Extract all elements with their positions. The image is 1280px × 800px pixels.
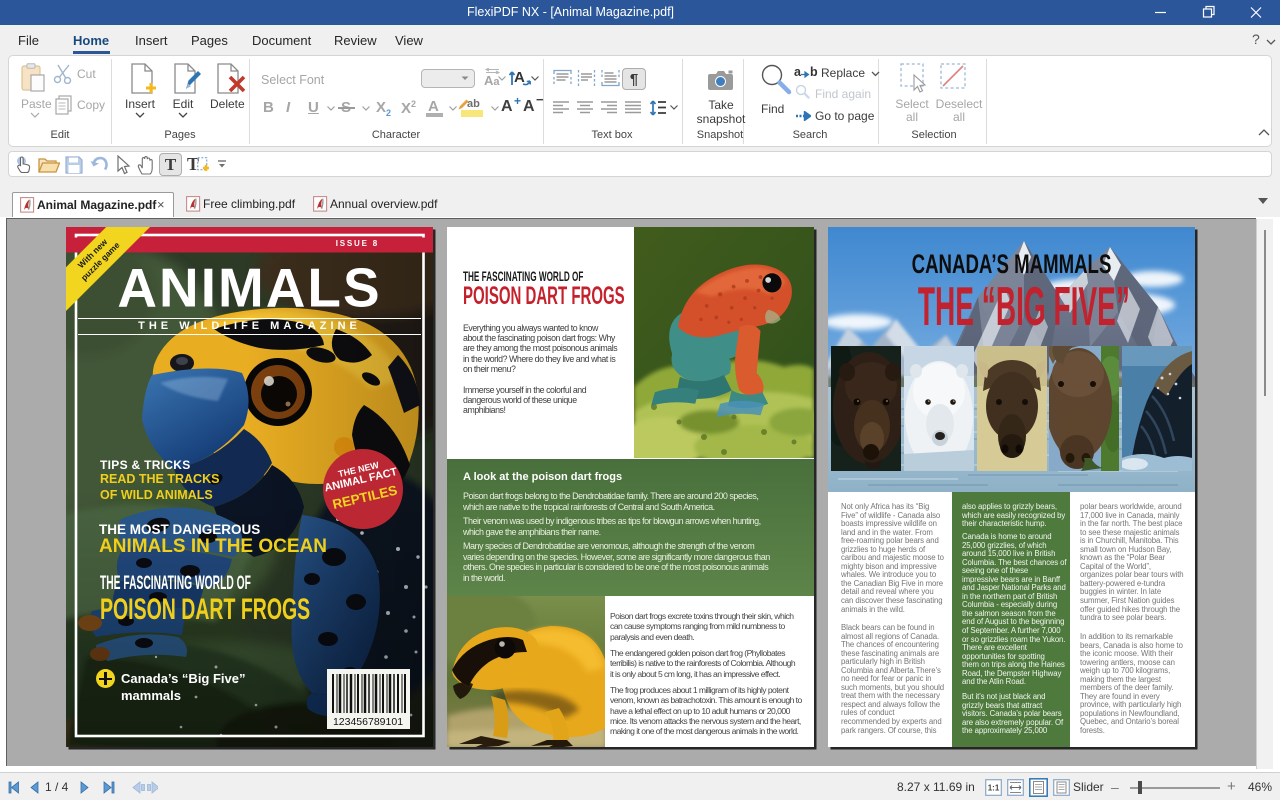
svg-text:123456789101: 123456789101: [333, 716, 403, 728]
svg-text:1:1: 1:1: [988, 784, 1000, 793]
